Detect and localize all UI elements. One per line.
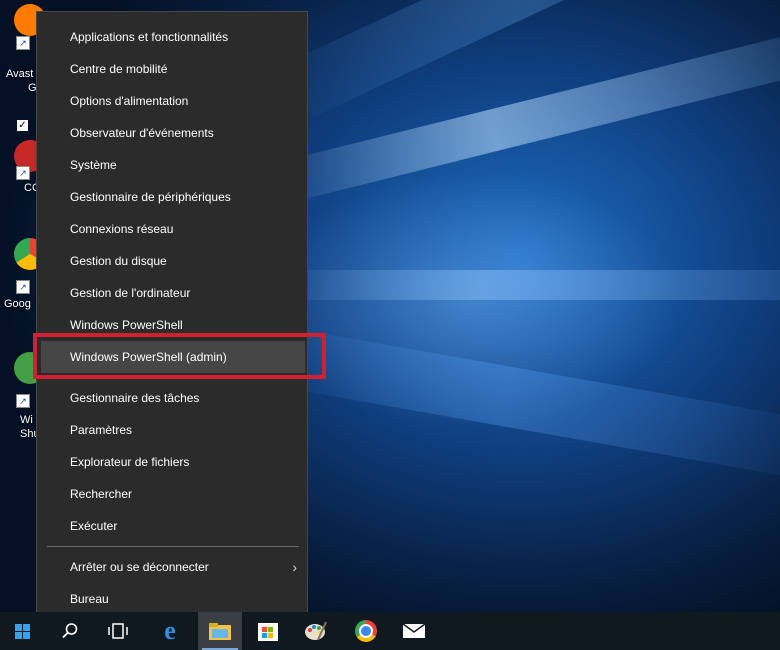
file-explorer-icon <box>209 623 231 640</box>
search-button[interactable] <box>48 612 92 650</box>
task-view-button[interactable] <box>96 612 140 650</box>
menu-item-applications[interactable]: Applications et fonctionnalités <box>37 21 307 53</box>
winx-context-menu: Applications et fonctionnalités Centre d… <box>36 11 308 621</box>
chrome-icon <box>355 620 377 642</box>
menu-item-shutdown-signout[interactable]: Arrêter ou se déconnecter › <box>37 551 307 583</box>
start-button[interactable] <box>0 612 44 650</box>
shortcut-arrow-icon: ↗ <box>16 166 30 180</box>
menu-item-device-manager[interactable]: Gestionnaire de périphériques <box>37 181 307 213</box>
menu-item-label: Arrêter ou se déconnecter <box>70 560 209 574</box>
menu-item-search[interactable]: Rechercher <box>37 478 307 510</box>
edge-button[interactable]: e <box>148 612 192 650</box>
start-icon <box>14 623 30 639</box>
highlight-annotation-box <box>33 333 326 379</box>
menu-item-computer-management[interactable]: Gestion de l'ordinateur <box>37 277 307 309</box>
menu-separator <box>47 546 299 547</box>
menu-item-system[interactable]: Système <box>37 149 307 181</box>
menu-item-power-options[interactable]: Options d'alimentation <box>37 85 307 117</box>
mail-icon <box>402 623 426 638</box>
file-explorer-button[interactable] <box>198 612 242 650</box>
menu-item-task-manager[interactable]: Gestionnaire des tâches <box>37 382 307 414</box>
chrome-button[interactable] <box>344 612 388 650</box>
menu-item-network-connections[interactable]: Connexions réseau <box>37 213 307 245</box>
menu-item-disk-management[interactable]: Gestion du disque <box>37 245 307 277</box>
shortcut-arrow-icon: ↗ <box>16 280 30 294</box>
wallpaper-light-beam <box>300 270 780 300</box>
desktop-icon-label: Avast <box>6 68 34 80</box>
taskbar: e <box>0 612 780 650</box>
shortcut-arrow-icon: ↗ <box>16 394 30 408</box>
checkbox-icon[interactable]: ✓ <box>17 120 28 131</box>
menu-item-run[interactable]: Exécuter <box>37 510 307 542</box>
desktop-icon-label: Wi <box>20 414 33 426</box>
store-icon <box>258 623 278 641</box>
wallpaper-light-beam <box>294 330 780 480</box>
menu-item-event-viewer[interactable]: Observateur d'événements <box>37 117 307 149</box>
menu-item-desktop[interactable]: Bureau <box>37 583 307 615</box>
task-view-icon <box>108 623 128 639</box>
edge-icon: e <box>164 616 176 645</box>
shortcut-arrow-icon: ↗ <box>16 36 30 50</box>
menu-item-mobility-center[interactable]: Centre de mobilité <box>37 53 307 85</box>
mail-button[interactable] <box>392 612 436 650</box>
chevron-right-icon: › <box>292 559 297 575</box>
store-button[interactable] <box>246 612 290 650</box>
desktop-icon-label: Goog <box>4 298 31 310</box>
menu-item-file-explorer[interactable]: Explorateur de fichiers <box>37 446 307 478</box>
paint-icon <box>305 621 327 641</box>
paint-button[interactable] <box>294 612 338 650</box>
menu-item-settings[interactable]: Paramètres <box>37 414 307 446</box>
search-icon <box>62 623 78 639</box>
